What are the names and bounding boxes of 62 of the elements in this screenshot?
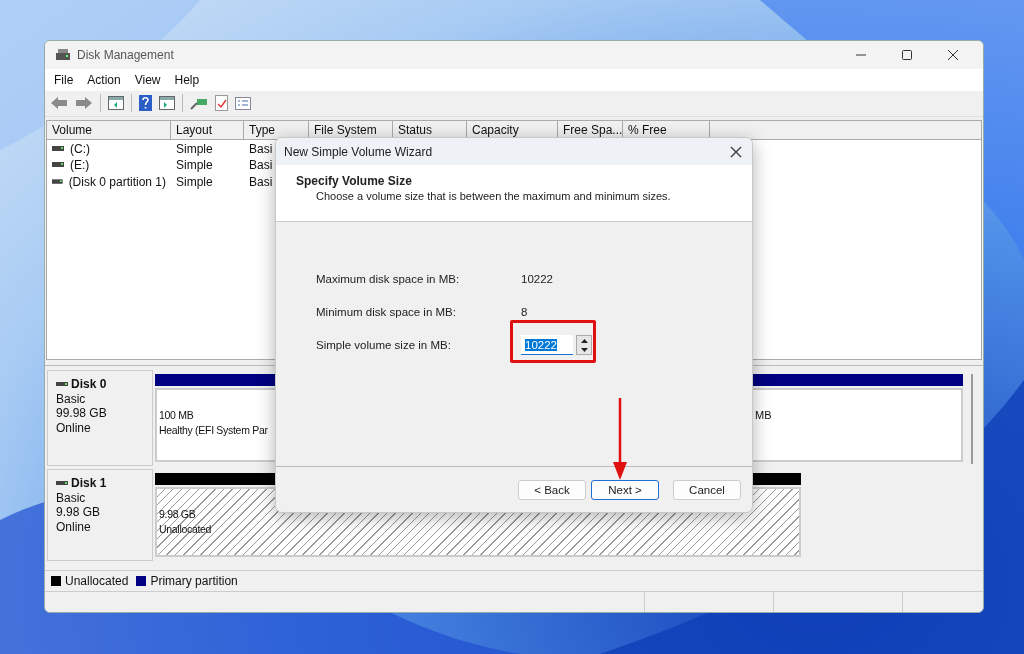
disk-name: Disk 0 [71, 377, 107, 392]
drive-icon [52, 162, 64, 169]
list-icon[interactable] [235, 96, 251, 110]
column-header[interactable]: Layout [171, 121, 244, 140]
dialog-button[interactable]: Next > [591, 479, 659, 500]
checklist-icon[interactable] [215, 95, 228, 112]
disk-size: 9.98 GB [56, 505, 102, 520]
table-cell: (Disk 0 partition 1) [68, 174, 166, 189]
table-cell: Simple [176, 158, 213, 173]
disk-type: Basic [56, 490, 87, 506]
window-title: Disk Management [77, 47, 174, 62]
disk-size: 99.98 GB [56, 406, 108, 421]
close-icon[interactable] [730, 145, 742, 158]
up-arrow-icon[interactable] [580, 338, 588, 343]
spin-buttons[interactable] [576, 335, 592, 355]
field-label: Simple volume size in MB: [316, 339, 452, 353]
console-tree-icon[interactable] [108, 96, 124, 111]
dialog-title: New Simple Volume Wizard [284, 144, 433, 159]
menu-item[interactable]: Help [174, 72, 200, 87]
legend-label: Primary partition [150, 574, 238, 589]
disk-drive-icon [55, 47, 71, 62]
help-icon[interactable] [139, 95, 152, 112]
down-arrow-icon[interactable] [580, 347, 588, 352]
field-value: 8 [521, 306, 528, 320]
action-pane-icon[interactable] [159, 96, 175, 111]
partition-status: Unallocated [159, 522, 213, 538]
table-cell: (C:) [70, 141, 90, 156]
drive-icon [56, 381, 68, 387]
disk-type: Basic [56, 391, 87, 407]
menu-item[interactable]: View [134, 72, 161, 87]
drive-icon [52, 178, 63, 185]
table-cell: Basi [249, 158, 273, 173]
table-cell: Simple [176, 141, 213, 156]
table-cell: (E:) [70, 158, 90, 173]
back-arrow-icon[interactable] [50, 96, 68, 111]
partition-size: MB [755, 408, 773, 424]
legend-label: Unallocated [65, 574, 129, 589]
field-label: Maximum disk space in MB: [316, 273, 461, 287]
dialog-subheading: Choose a volume size that is between the maximum and minimum sizes. [315, 190, 672, 202]
disk-status: Online [56, 420, 92, 436]
field-label: Minimum disk space in MB: [316, 306, 457, 320]
table-cell: Simple [176, 174, 213, 189]
maximize-icon[interactable] [901, 48, 913, 61]
dialog-button[interactable]: Cancel [673, 479, 741, 500]
close-icon[interactable] [947, 48, 959, 61]
field-value: 10222 [521, 273, 553, 287]
drive-icon [52, 145, 64, 152]
forward-arrow-icon[interactable] [75, 96, 93, 111]
dialog-heading: Specify Volume Size [296, 174, 413, 188]
disk-status: Online [56, 519, 92, 535]
partition-status: Healthy (EFI System Par [159, 423, 269, 439]
menu-item[interactable]: Action [87, 72, 121, 87]
disk-name: Disk 1 [71, 476, 107, 491]
menu-item[interactable]: File [54, 72, 74, 87]
table-cell: Basi [249, 141, 273, 156]
table-cell: Basi [249, 174, 273, 189]
partition-size: 9.98 GB [159, 507, 197, 523]
partition-size: 100 MB [159, 408, 195, 424]
size-input-field[interactable]: 10222 [521, 335, 573, 355]
drive-icon [56, 480, 68, 486]
dialog-button[interactable]: < Back [518, 479, 586, 500]
column-header[interactable]: Volume [47, 121, 171, 140]
